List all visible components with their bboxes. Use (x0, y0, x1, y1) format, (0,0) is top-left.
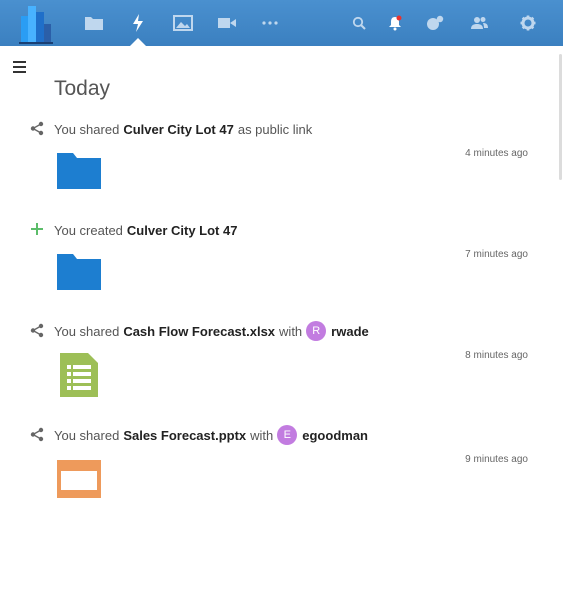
folder-icon[interactable] (57, 151, 101, 194)
share-icon (30, 121, 46, 137)
share-icon (30, 323, 46, 339)
avatar[interactable]: R (306, 321, 327, 341)
presentation-icon[interactable] (57, 460, 101, 503)
more-icon[interactable] (257, 10, 283, 36)
contacts-icon[interactable] (467, 10, 493, 36)
files-icon[interactable] (81, 10, 107, 36)
search-icon[interactable] (346, 10, 372, 36)
activity-time: 7 minutes ago (465, 249, 528, 260)
spreadsheet-icon[interactable] (60, 353, 98, 402)
avatar[interactable]: E (277, 425, 298, 445)
user-name-link[interactable]: egoodman (302, 428, 368, 443)
activity-text: You shared Cash Flow Forecast.xlsx with … (54, 321, 369, 341)
activity-prefix: You shared (54, 427, 120, 443)
active-tab-indicator (130, 38, 146, 46)
settings-icon[interactable] (515, 10, 541, 36)
activity-icon[interactable] (125, 10, 151, 36)
contacts-circle-icon[interactable] (422, 10, 448, 36)
activity-suffix: with (250, 427, 274, 443)
video-icon[interactable] (214, 10, 240, 36)
scrollbar-thumb[interactable] (559, 54, 562, 180)
activity-suffix: as public link (237, 121, 313, 137)
activity-text: You shared Culver City Lot 47 as public … (54, 121, 312, 137)
activity-suffix: with (279, 323, 303, 339)
activity-time: 8 minutes ago (465, 350, 528, 361)
notifications-icon[interactable] (382, 10, 408, 36)
user-name-link[interactable]: rwade (331, 324, 369, 339)
share-icon (30, 427, 46, 443)
scrollbar[interactable] (558, 46, 563, 600)
app-logo[interactable] (17, 2, 55, 44)
activity-subject-link[interactable]: Sales Forecast.pptx (123, 428, 246, 443)
activity-text: You created Culver City Lot 47 (54, 222, 241, 238)
folder-icon[interactable] (57, 252, 101, 295)
page-title: Today (54, 77, 111, 100)
gallery-icon[interactable] (170, 10, 196, 36)
activity-time: 9 minutes ago (465, 454, 528, 465)
activity-text: You shared Sales Forecast.pptx with E eg… (54, 425, 368, 445)
activity-prefix: You shared (54, 323, 120, 339)
activity-time: 4 minutes ago (465, 148, 528, 159)
activity-subject-link[interactable]: Cash Flow Forecast.xlsx (123, 324, 275, 339)
activity-subject-link[interactable]: Culver City Lot 47 (123, 122, 234, 137)
plus-icon (30, 222, 46, 238)
activity-prefix: You created (54, 222, 123, 238)
hamburger-menu-icon[interactable] (13, 60, 29, 74)
activity-prefix: You shared (54, 121, 120, 137)
activity-subject-link[interactable]: Culver City Lot 47 (127, 223, 238, 238)
top-header (0, 0, 563, 46)
